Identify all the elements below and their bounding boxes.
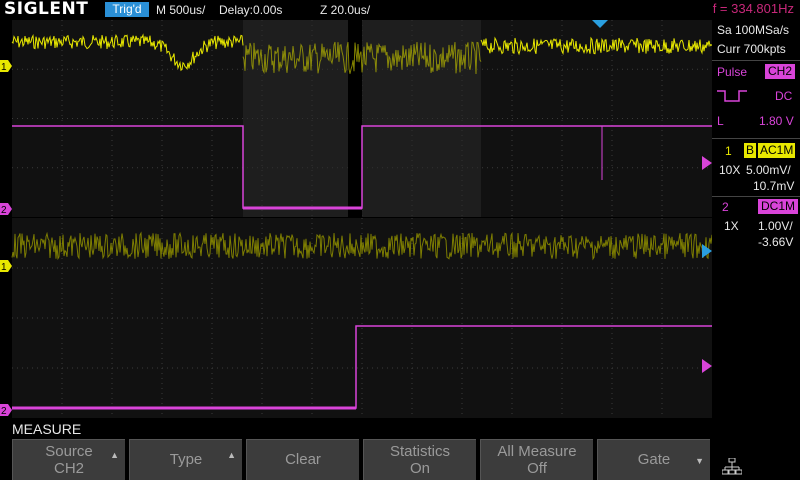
triangle-up-icon: ▲ xyxy=(110,450,119,460)
ch1-marker-label: 1 xyxy=(1,262,7,273)
trigger-source-badge: CH2 xyxy=(765,64,796,79)
softkey-label: Type xyxy=(169,451,203,468)
ch2-offset: -3.66V xyxy=(758,235,794,249)
sample-rate: Sa 100MSa/s xyxy=(717,23,790,37)
ch1-probe: 10X xyxy=(719,163,741,177)
trigger-level-value: 1.80 V xyxy=(759,114,794,128)
softkey-label: Clear xyxy=(285,451,321,468)
all-measure-softkey[interactable]: All Measure Off xyxy=(480,439,593,480)
zoom-timebase-readout[interactable]: Z 20.0us/ xyxy=(320,3,370,17)
ch1-offset: 10.7mV xyxy=(753,179,795,193)
softkey-bar: Source CH2 ▲ Type ▲ Clear Statistics On … xyxy=(12,439,712,480)
trigger-level-label: L xyxy=(717,114,724,128)
triangle-down-icon: ▼ xyxy=(695,456,704,466)
ch1-coupling-badge: AC1M xyxy=(758,143,796,158)
statistics-softkey[interactable]: Statistics On xyxy=(363,439,476,480)
divider xyxy=(712,60,800,61)
ch2-coupling-badge: DC1M xyxy=(758,199,799,214)
clear-softkey[interactable]: Clear xyxy=(246,439,359,480)
network-icon xyxy=(722,458,742,475)
softkey-value: Off xyxy=(527,460,547,477)
frequency-counter: f = 334.801Hz xyxy=(712,1,794,16)
delay-readout[interactable]: Delay:0.00s xyxy=(219,3,282,17)
ch2-scale: 1.00V/ xyxy=(758,219,793,233)
softkey-value: On xyxy=(409,460,430,477)
trigger-type: Pulse xyxy=(717,65,748,79)
ch2-probe: 1X xyxy=(724,219,739,233)
softkey-label: Gate xyxy=(637,451,671,468)
timebase-readout[interactable]: M 500us/ xyxy=(156,3,205,17)
softkey-label: Source xyxy=(45,443,93,460)
trigger-status-badge: Trig'd xyxy=(105,2,149,17)
ch1-bandwidth-badge: B xyxy=(744,143,757,158)
waveform-display[interactable]: 1 2 1 2 xyxy=(0,20,712,420)
pulse-polarity-icon xyxy=(717,90,747,102)
trigger-coupling: DC xyxy=(775,89,793,103)
ch1-scale: 5.00mV/ xyxy=(746,163,791,177)
gate-softkey[interactable]: Gate ▼ xyxy=(597,439,710,480)
softkey-value: CH2 xyxy=(53,460,84,477)
ch2-number: 2 xyxy=(722,200,729,214)
ch2-marker-label: 2 xyxy=(1,406,7,417)
softkey-label: All Measure xyxy=(497,443,577,460)
type-softkey[interactable]: Type ▲ xyxy=(129,439,242,480)
ch1-marker-label: 1 xyxy=(1,62,7,73)
top-status-bar: SIGLENT Trig'd M 500us/ Delay:0.00s Z 20… xyxy=(0,0,800,20)
divider xyxy=(712,138,800,139)
brand-logo: SIGLENT xyxy=(4,0,89,19)
source-softkey[interactable]: Source CH2 ▲ xyxy=(12,439,125,480)
memory-depth: Curr 700kpts xyxy=(717,42,786,56)
softkey-label: Statistics xyxy=(389,443,450,460)
ch1-number: 1 xyxy=(725,144,732,158)
triangle-up-icon: ▲ xyxy=(227,450,236,460)
menu-title: MEASURE xyxy=(12,421,82,437)
ch2-marker-label: 2 xyxy=(1,205,7,216)
divider xyxy=(712,196,800,197)
